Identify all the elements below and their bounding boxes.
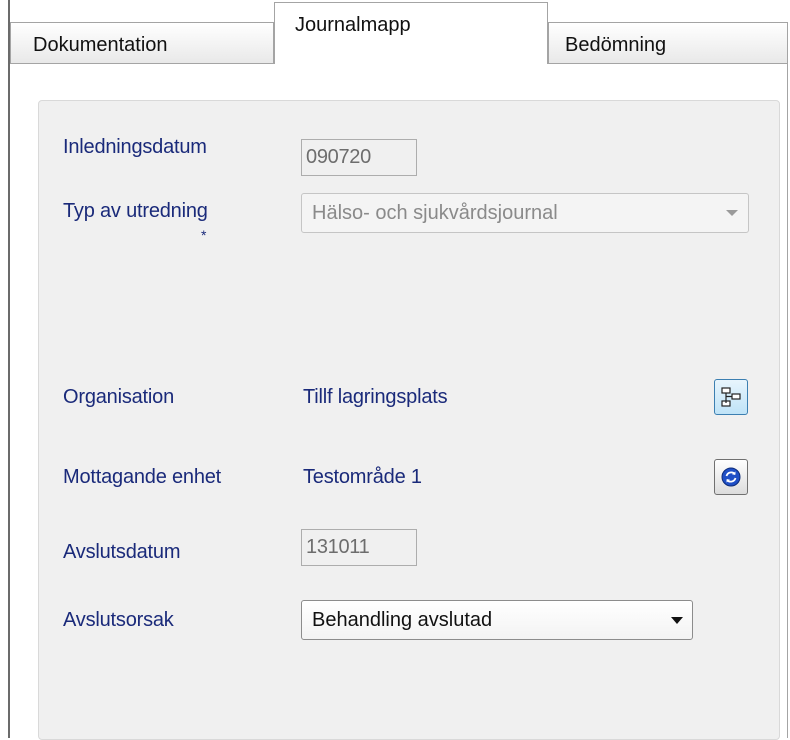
- mottagande-enhet-value: Testområde 1: [303, 466, 422, 488]
- tab-dokumentation[interactable]: Dokumentation: [10, 22, 274, 64]
- avslutsorsak-value: Behandling avslutad: [312, 609, 493, 631]
- avslutsorsak-select[interactable]: Behandling avslutad: [301, 600, 693, 640]
- refresh-mottagande-button[interactable]: [714, 459, 748, 495]
- org-tree-icon: [721, 387, 741, 407]
- typ-av-utredning-label: Typ av utredning: [63, 200, 208, 222]
- organisation-label: Organisation: [63, 386, 174, 408]
- inledningsdatum-label: Inledningsdatum: [63, 136, 207, 158]
- refresh-icon: [721, 467, 741, 487]
- avslutsdatum-field[interactable]: 131011: [301, 529, 417, 566]
- tab-journalmapp[interactable]: Journalmapp: [274, 2, 548, 64]
- avslutsorsak-label: Avslutsorsak: [63, 609, 174, 631]
- journal-form-group: Inledningsdatum 090720 Typ av utredning …: [38, 100, 780, 740]
- tab-page-journalmapp: Inledningsdatum 090720 Typ av utredning …: [10, 63, 788, 740]
- tab-strip: Dokumentation Journalmapp Bedömning: [10, 0, 790, 64]
- organisation-value: Tillf lagringsplats: [303, 386, 448, 408]
- select-organisation-button[interactable]: [714, 379, 748, 415]
- chevron-down-icon: [726, 210, 738, 216]
- required-marker: *: [201, 227, 207, 243]
- journal-window: Dokumentation Journalmapp Bedömning Inle…: [0, 0, 790, 740]
- inledningsdatum-field[interactable]: 090720: [301, 139, 417, 176]
- avslutsdatum-label: Avslutsdatum: [63, 541, 181, 563]
- typ-av-utredning-value: Hälso- och sjukvårdsjournal: [312, 202, 558, 224]
- mottagande-enhet-label: Mottagande enhet: [63, 466, 222, 488]
- chevron-down-icon: [671, 617, 683, 624]
- typ-av-utredning-select[interactable]: Hälso- och sjukvårdsjournal: [301, 193, 749, 233]
- tab-bedomning[interactable]: Bedömning: [548, 22, 788, 64]
